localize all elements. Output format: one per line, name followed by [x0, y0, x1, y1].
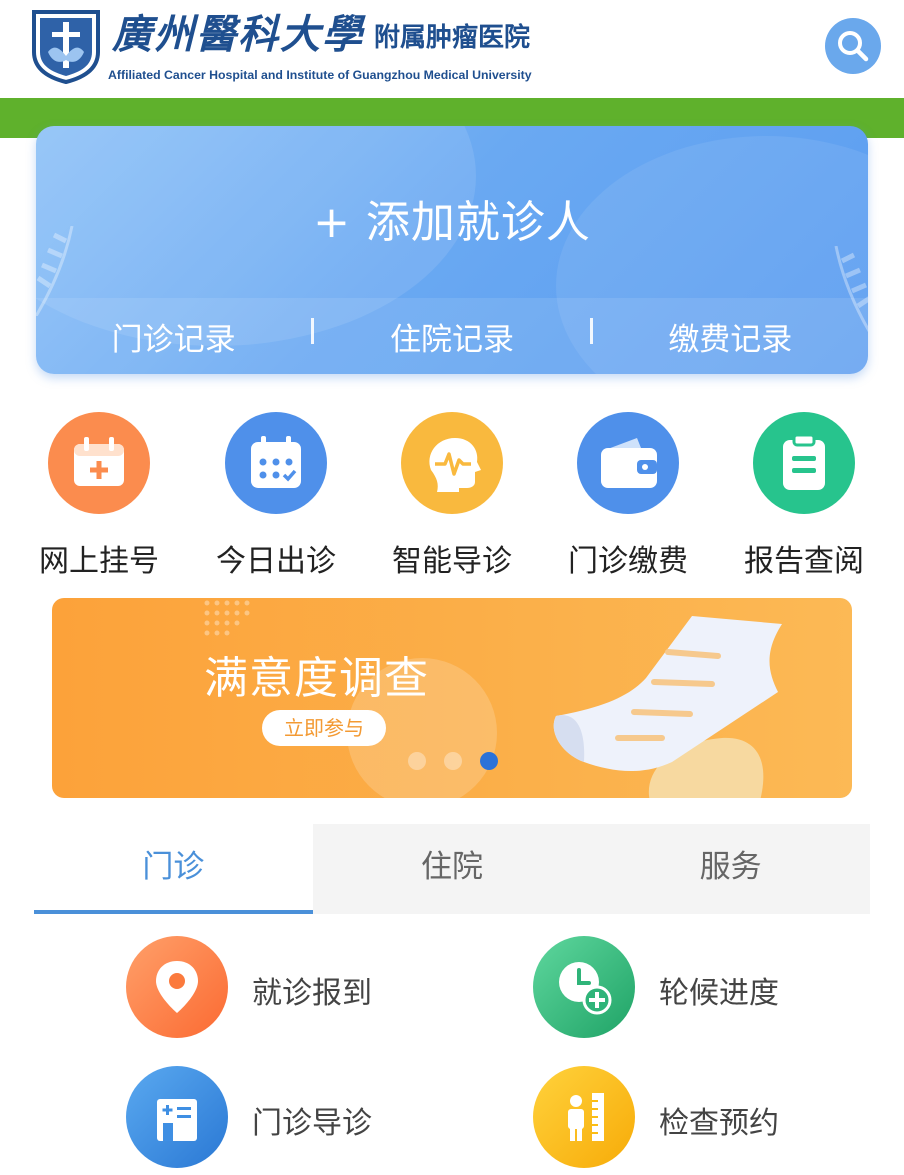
service-exam-booking[interactable]: 检查预约 — [533, 1066, 833, 1170]
service-label: 轮候进度 — [659, 976, 779, 1011]
outpatient-records-link[interactable]: 门诊记录 — [36, 314, 311, 359]
quick-action-label: 智能导诊 — [392, 544, 512, 579]
hospital-name: 廣州醫科大學 附属肿瘤医院 — [112, 12, 530, 58]
link-divider — [589, 318, 593, 344]
calendar-grid-icon — [225, 412, 327, 514]
banner-dots-decoration — [204, 600, 250, 636]
hospital-english-name: Affiliated Cancer Hospital and Institute… — [108, 68, 532, 82]
carousel-dot-active[interactable] — [480, 752, 498, 770]
person-ruler-icon — [533, 1066, 635, 1168]
service-queue-progress[interactable]: 轮候进度 — [533, 936, 833, 1040]
tab-inpatient[interactable]: 住院 — [313, 824, 592, 914]
carousel-dot[interactable] — [444, 752, 462, 770]
record-links: 门诊记录 住院记录 缴费记录 — [36, 298, 868, 374]
tab-services[interactable]: 服务 — [591, 824, 870, 914]
participate-button[interactable]: 立即参与 — [262, 710, 386, 746]
search-icon — [838, 31, 869, 62]
service-label: 门诊导诊 — [252, 1106, 372, 1141]
add-patient-button[interactable]: + 添加就诊人 — [36, 186, 868, 250]
wallet-icon — [577, 412, 679, 514]
service-outpatient-guide[interactable]: 门诊导诊 — [126, 1066, 426, 1170]
quick-action-online-registration[interactable]: 网上挂号 — [11, 408, 187, 579]
carousel-indicators — [408, 752, 498, 770]
calendar-plus-icon — [48, 412, 150, 514]
payment-records-link[interactable]: 缴费记录 — [593, 314, 868, 359]
quick-action-outpatient-payment[interactable]: 门诊缴费 — [540, 408, 716, 579]
quick-action-label: 今日出诊 — [216, 544, 336, 579]
brain-pulse-icon — [401, 412, 503, 514]
banner-title: 满意度调查 — [204, 653, 429, 704]
quick-action-smart-guide[interactable]: 智能导诊 — [364, 408, 540, 579]
tab-outpatient[interactable]: 门诊 — [34, 824, 313, 914]
clipboard-icon — [753, 412, 855, 514]
inpatient-records-link[interactable]: 住院记录 — [314, 314, 589, 359]
search-button[interactable] — [825, 18, 881, 74]
clock-plus-icon — [533, 936, 635, 1038]
carousel-dot[interactable] — [408, 752, 426, 770]
patient-card: + 添加就诊人 门诊记录 住院记录 缴费记录 — [36, 126, 868, 374]
quick-action-label: 网上挂号 — [39, 544, 159, 579]
quick-actions: 网上挂号 今日出诊 智能导诊 门诊缴费 报告查阅 — [0, 408, 904, 579]
survey-paper-icon — [553, 616, 782, 798]
service-check-in[interactable]: 就诊报到 — [126, 936, 426, 1040]
hospital-logo-icon — [32, 10, 100, 84]
app-page: 廣州醫科大學 附属肿瘤医院 Affiliated Cancer Hospital… — [0, 0, 904, 1175]
hospital-subname: 附属肿瘤医院 — [374, 23, 531, 53]
quick-action-label: 门诊缴费 — [568, 544, 688, 579]
building-icon — [126, 1066, 228, 1168]
quick-action-report-lookup[interactable]: 报告查阅 — [716, 408, 892, 579]
app-header: 廣州醫科大學 附属肿瘤医院 Affiliated Cancer Hospital… — [0, 0, 904, 98]
survey-banner[interactable]: 满意度调查 立即参与 — [52, 598, 852, 798]
quick-action-today-clinics[interactable]: 今日出诊 — [188, 408, 364, 579]
service-label: 就诊报到 — [252, 976, 372, 1011]
university-name: 廣州醫科大學 — [112, 11, 364, 58]
quick-action-label: 报告查阅 — [744, 544, 864, 579]
category-tabs: 门诊 住院 服务 — [34, 824, 870, 914]
service-label: 检查预约 — [659, 1106, 779, 1141]
link-divider — [311, 318, 315, 344]
location-pin-icon — [126, 936, 228, 1038]
